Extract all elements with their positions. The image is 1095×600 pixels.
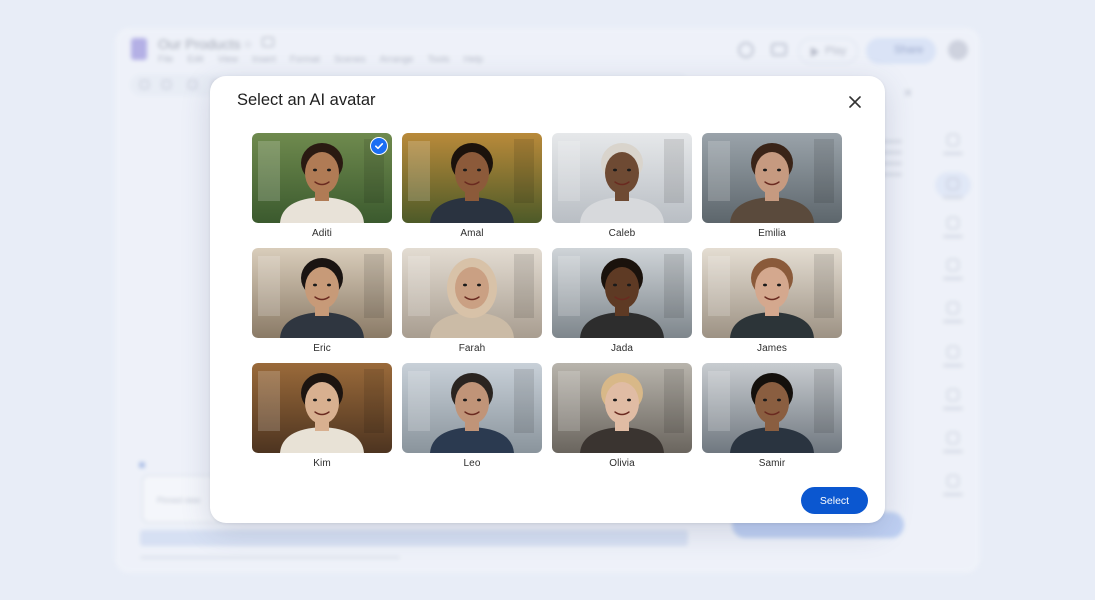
avatar-photo bbox=[552, 363, 692, 453]
avatar-photo bbox=[702, 363, 842, 453]
menu-help: Help bbox=[463, 54, 484, 65]
comment-icon bbox=[771, 43, 787, 56]
avatar-card-caleb[interactable]: Caleb bbox=[552, 133, 692, 248]
rail-item bbox=[942, 302, 964, 323]
avatar-name: Leo bbox=[463, 458, 481, 469]
avatar-name: Aditi bbox=[312, 228, 332, 239]
rail-item bbox=[942, 389, 964, 410]
avatar-card-emilia[interactable]: Emilia bbox=[702, 133, 842, 248]
search-icon bbox=[140, 80, 149, 89]
play-button: Play bbox=[798, 38, 858, 64]
avatar-name: Eric bbox=[313, 343, 331, 354]
avatar-name: Jada bbox=[610, 343, 634, 354]
avatar-photo bbox=[402, 133, 542, 223]
rail-item bbox=[942, 432, 964, 453]
avatar-name: Olivia bbox=[609, 458, 635, 469]
play-label: Play bbox=[825, 45, 847, 57]
avatar-portrait bbox=[402, 248, 542, 338]
doc-title: Our Products bbox=[158, 36, 241, 52]
marker-icon bbox=[139, 462, 145, 468]
menu-format: Format bbox=[289, 54, 320, 65]
avatar-card-aditi[interactable]: Aditi bbox=[252, 133, 392, 248]
menu-tools: Tools bbox=[427, 54, 450, 65]
avatar-portrait bbox=[552, 133, 692, 223]
avatar-card-farah[interactable]: Farah bbox=[402, 248, 542, 363]
avatar-card-olivia[interactable]: Olivia bbox=[552, 363, 692, 478]
avatar-photo bbox=[402, 363, 542, 453]
avatar-portrait bbox=[252, 248, 392, 338]
share-button: Share bbox=[866, 38, 936, 64]
menu-view: View bbox=[217, 54, 239, 65]
avatar-photo bbox=[402, 248, 542, 338]
avatar-name: Farah bbox=[458, 343, 486, 354]
avatar-name: Caleb bbox=[608, 228, 636, 239]
dialog-title: Select an AI avatar bbox=[237, 91, 376, 109]
avatar-card-samir[interactable]: Samir bbox=[702, 363, 842, 478]
avatar-name: Amal bbox=[460, 228, 484, 239]
avatar-name: Emilia bbox=[758, 228, 786, 239]
menu-bar: File Edit View Insert Format Scenes Arra… bbox=[158, 54, 483, 65]
avatar-dialog: Select an AI avatar Aditi Amal Caleb Emi… bbox=[210, 76, 885, 523]
menu-insert: Insert bbox=[252, 54, 276, 65]
avatar-photo bbox=[702, 248, 842, 338]
avatar-portrait bbox=[702, 248, 842, 338]
avatar-grid: Aditi Amal Caleb Emilia Eric Farah Jada … bbox=[252, 133, 842, 478]
avatar-photo bbox=[702, 133, 842, 223]
avatar-name: James bbox=[757, 343, 787, 354]
avatar-portrait bbox=[702, 133, 842, 223]
menu-scenes: Scenes bbox=[333, 54, 366, 65]
panel-close-icon: ✕ bbox=[903, 86, 914, 100]
avatar-name: Kim bbox=[313, 458, 331, 469]
rail-item-avatar bbox=[942, 178, 964, 199]
timeline-line bbox=[140, 556, 400, 559]
rail-item bbox=[942, 346, 964, 367]
avatar-photo bbox=[252, 248, 392, 338]
avatar-card-james[interactable]: James bbox=[702, 248, 842, 363]
close-icon bbox=[849, 96, 861, 108]
avatar-name: Samir bbox=[758, 458, 786, 469]
selected-check-icon bbox=[370, 137, 388, 155]
rail-item bbox=[942, 475, 964, 496]
undo-icon bbox=[162, 80, 171, 89]
script-placeholder: Pinned view bbox=[157, 496, 201, 505]
menu-arrange: Arrange bbox=[379, 54, 414, 65]
avatar-photo bbox=[252, 363, 392, 453]
avatar-portrait bbox=[552, 248, 692, 338]
timeline-bar bbox=[140, 530, 688, 546]
close-button[interactable] bbox=[844, 91, 866, 113]
doc-icon bbox=[131, 38, 147, 60]
avatar-card-leo[interactable]: Leo bbox=[402, 363, 542, 478]
history-icon bbox=[738, 42, 754, 58]
avatar-card-amal[interactable]: Amal bbox=[402, 133, 542, 248]
folder-icon bbox=[262, 37, 274, 47]
avatar-portrait bbox=[552, 363, 692, 453]
rail-item bbox=[942, 134, 964, 155]
menu-file: File bbox=[158, 54, 174, 65]
avatar-card-kim[interactable]: Kim bbox=[252, 363, 392, 478]
select-button[interactable]: Select bbox=[801, 487, 868, 514]
menu-edit: Edit bbox=[187, 54, 204, 65]
avatar-portrait bbox=[252, 363, 392, 453]
share-label: Share bbox=[894, 44, 924, 56]
avatar-portrait bbox=[402, 363, 542, 453]
avatar-portrait bbox=[702, 363, 842, 453]
redo-icon bbox=[188, 80, 197, 89]
avatar-card-jada[interactable]: Jada bbox=[552, 248, 692, 363]
account-avatar bbox=[948, 40, 968, 60]
avatar-portrait bbox=[402, 133, 542, 223]
avatar-card-eric[interactable]: Eric bbox=[252, 248, 392, 363]
avatar-photo bbox=[552, 133, 692, 223]
play-icon bbox=[811, 47, 819, 57]
star-icon: ☆ bbox=[243, 39, 253, 51]
rail-item bbox=[942, 259, 964, 280]
avatar-photo bbox=[552, 248, 692, 338]
rail-item bbox=[942, 217, 964, 238]
